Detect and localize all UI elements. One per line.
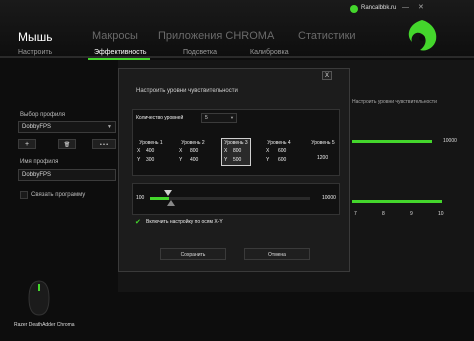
level-4-x-value[interactable]: 600 (278, 148, 286, 154)
background-section-label: Настроить уровни чувствительности (352, 99, 437, 105)
slider-handle-bottom-icon[interactable] (167, 200, 175, 206)
level-count-select[interactable]: 5 ▼ (201, 113, 237, 123)
level-1-name: Уровень 1 (139, 140, 163, 146)
add-profile-button[interactable]: + (18, 139, 36, 149)
header-divider (0, 56, 474, 58)
level-4-name: Уровень 4 (267, 140, 291, 146)
link-program-checkbox[interactable] (20, 191, 28, 199)
level-2-x-value[interactable]: 800 (190, 148, 198, 154)
level-4-y-label: Y (266, 157, 270, 163)
background-max-value: 10000 (443, 138, 457, 144)
save-button[interactable]: Сохранить (160, 248, 226, 260)
level-1-x-value[interactable]: 400 (146, 148, 154, 154)
more-options-button[interactable]: • • • (92, 139, 116, 149)
profile-select-label: Выбор профиля (20, 112, 66, 118)
level-1-y-label: Y (137, 157, 141, 163)
dialog-title: Настроить уровни чувствительности (136, 88, 238, 94)
account-name[interactable]: Rancalbbk.ru (361, 5, 396, 11)
slider-handle-top-icon[interactable] (164, 190, 172, 196)
dialog-close-button[interactable]: X (322, 71, 332, 80)
level-2-y-value[interactable]: 400 (190, 157, 198, 163)
level-1-y-value[interactable]: 300 (146, 157, 154, 163)
close-window-icon[interactable]: ✕ (418, 3, 424, 11)
level-2-y-label: Y (179, 157, 183, 163)
cancel-button[interactable]: Отмена (244, 248, 310, 260)
level-3-x-value[interactable]: 800 (233, 148, 241, 154)
level-2-name: Уровень 2 (181, 140, 205, 146)
tick-10: 10 (438, 211, 444, 217)
level-count-label: Количество уровней (136, 115, 184, 121)
level-count-value: 5 (205, 115, 208, 121)
tab-stats[interactable]: Статистики (298, 30, 356, 42)
tick-8: 8 (382, 211, 385, 217)
minimize-icon[interactable]: — (402, 4, 409, 11)
level-3-name: Уровень 3 (224, 140, 248, 146)
xy-label: Включить настройку по осям X-Y (146, 219, 223, 225)
level-3-y-value[interactable]: 500 (233, 157, 241, 163)
profile-name-label: Имя профиля (20, 159, 59, 165)
subtab-calibration[interactable]: Калибровка (250, 49, 289, 56)
device-name: Razer DeathAdder Chroma (14, 322, 75, 328)
level-2-x-label: X (179, 148, 183, 154)
status-icon (350, 5, 358, 13)
level-4-y-value[interactable]: 600 (278, 157, 286, 163)
level-5-name: Уровень 5 (311, 140, 335, 146)
level-3-y-label: Y (224, 157, 228, 163)
chevron-down-icon: ▼ (107, 124, 112, 130)
tab-chroma-apps[interactable]: Приложения CHROMA (158, 30, 274, 42)
mouse-image (28, 280, 50, 316)
tab-macros[interactable]: Макросы (92, 30, 138, 42)
profile-select[interactable]: DobbyFPS ▼ (18, 121, 116, 133)
subtab-performance[interactable]: Эффективность (94, 49, 147, 56)
xy-checkbox[interactable]: ✔ (135, 218, 141, 226)
subtab-customize[interactable]: Настроить (18, 49, 52, 56)
delete-profile-button[interactable]: 🗑 (58, 139, 76, 149)
background-slider-2 (352, 200, 442, 203)
slider-min-label: 100 (136, 195, 145, 201)
level-1-x-label: X (137, 148, 141, 154)
level-4-x-label: X (266, 148, 270, 154)
profile-select-value: DobbyFPS (22, 124, 52, 130)
level-3-x-label: X (224, 148, 228, 154)
profile-name-field[interactable]: DobbyFPS (18, 169, 116, 181)
tab-mouse[interactable]: Мышь (18, 30, 53, 44)
slider-max-label: 10000 (322, 195, 336, 201)
tick-7: 7 (354, 211, 357, 217)
link-program-label: Связать программу (31, 192, 86, 198)
level-5-value[interactable]: 1200 (317, 155, 328, 161)
tick-9: 9 (410, 211, 413, 217)
background-slider-fill (352, 140, 432, 143)
razer-logo-icon (408, 20, 437, 51)
subtab-lighting[interactable]: Подсветка (183, 49, 217, 56)
chevron-down-icon: ▼ (230, 115, 234, 120)
